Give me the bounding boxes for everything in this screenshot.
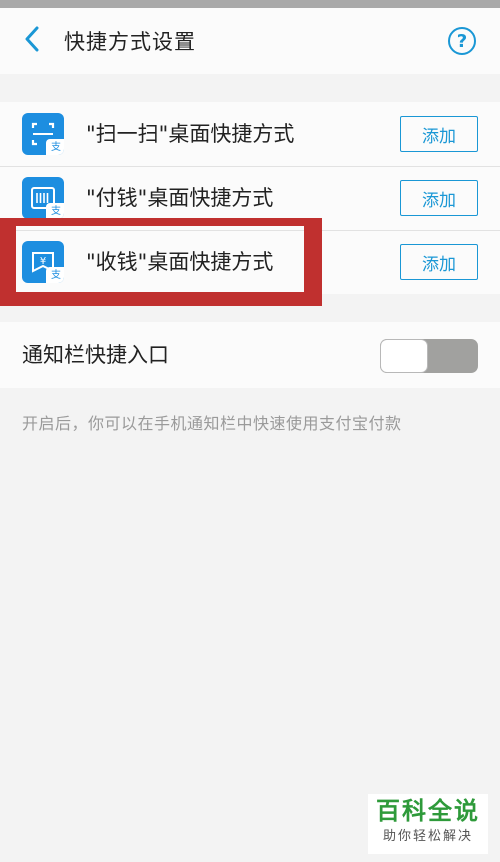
toggle-knob xyxy=(380,339,428,373)
watermark-logo: 百科全说 助你轻松解决 xyxy=(368,794,488,854)
shortcut-label: "收钱"桌面快捷方式 xyxy=(86,250,274,274)
watermark-title: 百科全说 xyxy=(376,797,480,825)
notification-row: 通知栏快捷入口 xyxy=(0,322,500,388)
watermark-subtitle: 助你轻松解决 xyxy=(382,829,473,844)
scan-icon: 支 xyxy=(22,113,64,155)
header-bar: 快捷方式设置 ? xyxy=(0,8,500,74)
back-button[interactable] xyxy=(0,8,64,74)
status-bar xyxy=(0,0,500,8)
notification-toggle[interactable] xyxy=(380,339,478,373)
barcode-pay-icon: 支 xyxy=(22,177,64,219)
receive-money-icon: ¥ 支 xyxy=(22,241,64,283)
shortcut-row-scan: 支 "扫一扫"桌面快捷方式 添加 xyxy=(0,102,500,166)
app-tag: 支 xyxy=(46,203,64,219)
shortcut-list: 支 "扫一扫"桌面快捷方式 添加 支 "付钱"桌面快捷方式 添加 ¥ 支 "收钱… xyxy=(0,102,500,294)
svg-text:¥: ¥ xyxy=(40,256,46,267)
shortcut-label: "扫一扫"桌面快捷方式 xyxy=(86,122,295,146)
chevron-left-icon xyxy=(24,26,40,56)
app-tag: 支 xyxy=(46,267,64,283)
add-button-receive[interactable]: 添加 xyxy=(400,244,478,280)
shortcut-label: "付钱"桌面快捷方式 xyxy=(86,186,274,210)
shortcut-row-pay: 支 "付钱"桌面快捷方式 添加 xyxy=(0,166,500,230)
shortcut-row-receive: ¥ 支 "收钱"桌面快捷方式 添加 xyxy=(0,230,500,294)
add-button-scan[interactable]: 添加 xyxy=(400,116,478,152)
hint-text: 开启后，你可以在手机通知栏中快速使用支付宝付款 xyxy=(22,414,402,433)
app-tag: 支 xyxy=(46,139,64,155)
help-button[interactable]: ? xyxy=(448,27,476,55)
add-button-pay[interactable]: 添加 xyxy=(400,180,478,216)
page-title: 快捷方式设置 xyxy=(64,30,196,54)
notification-label: 通知栏快捷入口 xyxy=(22,343,169,367)
